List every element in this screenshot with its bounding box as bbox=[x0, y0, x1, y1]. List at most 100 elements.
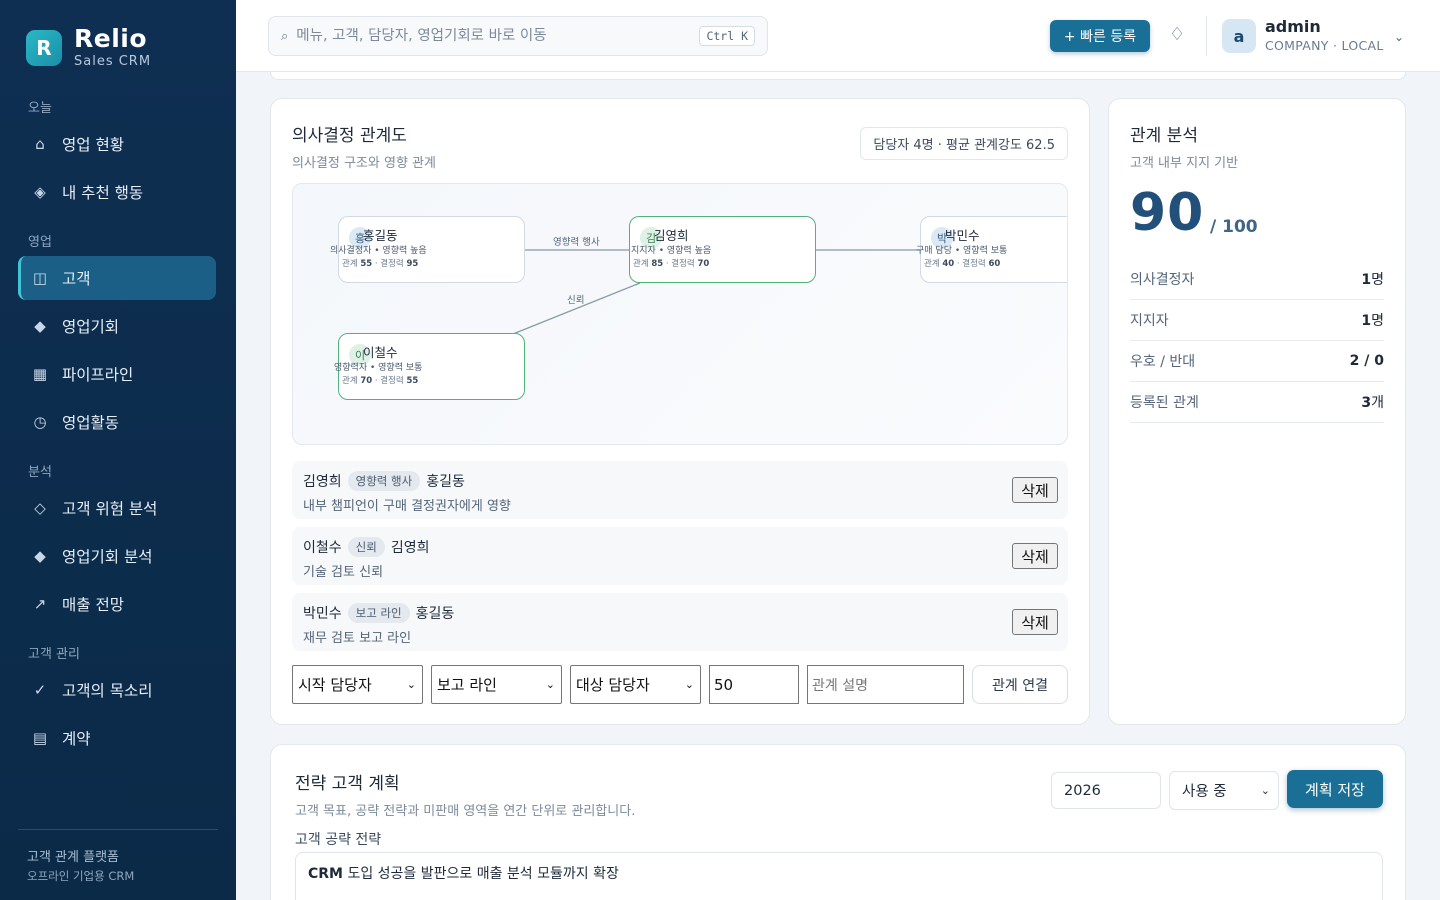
graph-node-kim[interactable]: 김 김영희 지지자 • 영향력 높음 관계 85 · 결정력 70 bbox=[629, 216, 816, 283]
connect-relation-button[interactable]: 관계 연결 bbox=[972, 665, 1068, 704]
relation-to: 홍길동 bbox=[426, 474, 465, 490]
nav-item-forecast[interactable]: ↗ 매출 전망 bbox=[18, 582, 216, 626]
relation-from: 이철수 bbox=[303, 540, 342, 556]
graph-node-lee[interactable]: 이 이철수 영향력자 • 영향력 보통 관계 70 · 결정력 55 bbox=[334, 333, 525, 400]
panel-icon: ◫ bbox=[32, 269, 48, 287]
delete-relation-button[interactable]: 삭제 bbox=[1012, 477, 1058, 503]
shortcut-hint: Ctrl K bbox=[699, 26, 755, 46]
plan-status-select[interactable]: 사용 중 ⌄ bbox=[1169, 771, 1279, 810]
graph-node-hong[interactable]: 홍 홍길동 의사결정자 • 영향력 높음 관계 55 · 결정력 95 bbox=[330, 216, 525, 283]
node-name: 김영희 bbox=[654, 228, 689, 243]
node-role: 영향력자 • 영향력 보통 bbox=[334, 363, 423, 373]
nav-item-contracts[interactable]: ▤ 계약 bbox=[18, 716, 216, 760]
nav-label: 고객 bbox=[62, 270, 91, 288]
relation-type-badge: 보고 라인 bbox=[347, 603, 410, 623]
relation-description-input[interactable]: 관계 설명 bbox=[807, 665, 964, 704]
nav-section-analysis: 분석 bbox=[28, 465, 52, 480]
panel-subtitle: 고객 목표, 공략 전략과 미판매 영역을 연간 단위로 관리합니다. bbox=[295, 804, 636, 819]
stat-supporters: 지지자 1명 bbox=[1130, 300, 1384, 341]
edge-trust bbox=[512, 282, 641, 335]
relation-row: 이철수 신뢰 김영희 기술 검토 신뢰 삭제 bbox=[292, 527, 1068, 585]
nav-item-activities[interactable]: ◷ 영업활동 bbox=[18, 400, 216, 444]
panel-subtitle: 고객 내부 지지 기반 bbox=[1130, 156, 1239, 171]
nav-item-pipeline[interactable]: ▦ 파이프라인 bbox=[18, 352, 216, 396]
save-plan-button[interactable]: 계획 저장 bbox=[1287, 770, 1383, 808]
panel-title: 의사결정 관계도 bbox=[292, 126, 407, 146]
decision-map-panel: 의사결정 관계도 의사결정 구조와 영향 관계 담당자 4명 · 평균 관계강도… bbox=[270, 98, 1090, 725]
user-name[interactable]: admin bbox=[1265, 17, 1321, 36]
nav-label: 매출 전망 bbox=[62, 596, 124, 614]
relation-row: 박민수 보고 라인 홍길동 재무 검토 보고 라인 삭제 bbox=[292, 593, 1068, 651]
document-icon: ▤ bbox=[32, 729, 48, 747]
nav-label: 영업기회 bbox=[62, 318, 120, 336]
relation-type-badge: 신뢰 bbox=[347, 537, 385, 557]
node-role: 의사결정자 • 영향력 높음 bbox=[330, 246, 427, 256]
nav-label: 영업기회 분석 bbox=[62, 548, 153, 566]
relation-description: 내부 챔피언이 구매 결정권자에게 영향 bbox=[303, 499, 511, 514]
relation-description: 재무 검토 보고 라인 bbox=[303, 631, 412, 646]
relation-type-select[interactable]: 보고 라인 ⌄ bbox=[431, 665, 562, 704]
brand-subtitle: Sales CRM bbox=[74, 54, 152, 69]
node-metrics: 관계 85 · 결정력 70 bbox=[633, 259, 710, 269]
previous-panel-edge bbox=[270, 72, 1406, 80]
check-icon: ✓ bbox=[33, 681, 47, 699]
nav-item-risk-analysis[interactable]: ◇ 고객 위험 분석 bbox=[18, 486, 216, 530]
nav-section-today: 오늘 bbox=[28, 101, 52, 116]
strength-input[interactable]: 50 bbox=[709, 665, 799, 704]
nav-label: 파이프라인 bbox=[62, 366, 134, 384]
nav-item-opportunities[interactable]: ◆ 영업기회 bbox=[18, 304, 216, 348]
node-name: 이철수 bbox=[363, 345, 398, 360]
nav-item-voice-of-customer[interactable]: ✓ 고객의 목소리 bbox=[18, 668, 216, 712]
nav-item-recommended-actions[interactable]: ◈ 내 추천 행동 bbox=[18, 170, 216, 214]
relation-to: 홍길동 bbox=[415, 606, 455, 622]
avatar[interactable]: a bbox=[1222, 19, 1256, 53]
quick-add-button[interactable]: + 빠른 등록 bbox=[1050, 20, 1150, 52]
top-bar: ⌕ Ctrl K + 빠른 등록 ♢ a admin COMPANY · LOC… bbox=[236, 0, 1440, 72]
to-contact-select[interactable]: 대상 담당자 ⌄ bbox=[570, 665, 701, 704]
strategic-plan-panel: 전략 고객 계획 고객 목표, 공략 전략과 미판매 영역을 연간 단위로 관리… bbox=[270, 744, 1406, 900]
strategy-textarea[interactable]: CRM 도입 성공을 발판으로 매출 분석 모듈까지 확장 bbox=[295, 852, 1383, 900]
relation-row: 김영희 영향력 행사 홍길동 내부 챔피언이 구매 결정권자에게 영향 삭제 bbox=[292, 461, 1068, 519]
stat-decision-makers: 의사결정자 1명 bbox=[1130, 259, 1384, 300]
delete-relation-button[interactable]: 삭제 bbox=[1012, 609, 1058, 635]
graph-node-park[interactable]: 박 박민수 구매 담당 • 영향력 보통 관계 40 · 결정력 60 bbox=[916, 216, 1067, 283]
from-contact-select[interactable]: 시작 담당자 ⌄ bbox=[292, 665, 423, 704]
plan-year-input[interactable]: 2026 bbox=[1051, 772, 1161, 809]
node-name: 홍길동 bbox=[363, 228, 398, 243]
node-role: 구매 담당 • 영향력 보통 bbox=[916, 246, 1008, 256]
search-icon: ⌕ bbox=[281, 28, 289, 44]
user-role: COMPANY · LOCAL bbox=[1265, 38, 1384, 53]
nav-item-opportunity-analysis[interactable]: ◆ 영업기회 분석 bbox=[18, 534, 216, 578]
node-role: 지지자 • 영향력 높음 bbox=[631, 246, 712, 256]
node-metrics: 관계 55 · 결정력 95 bbox=[342, 259, 419, 269]
stat-favor-oppose: 우호 / 반대 2 / 0 bbox=[1130, 341, 1384, 382]
nav-item-customers[interactable]: ◫ 고객 bbox=[18, 256, 216, 300]
nav-label: 계약 bbox=[62, 730, 91, 748]
summary-badge: 담당자 4명 · 평균 관계강도 62.5 bbox=[860, 127, 1068, 160]
footer-title: 고객 관계 플랫폼 bbox=[27, 850, 119, 865]
strategy-label: 고객 공략 전략 bbox=[295, 832, 382, 848]
relation-to: 김영희 bbox=[390, 540, 430, 556]
add-relation-form: 시작 담당자 ⌄ 보고 라인 ⌄ 대상 담당자 ⌄ 50 관계 설명 관계 연결 bbox=[292, 665, 1068, 705]
chevron-down-icon: ⌄ bbox=[684, 678, 694, 691]
nav-label: 영업활동 bbox=[62, 414, 120, 432]
edge-label-influence: 영향력 행사 bbox=[553, 237, 600, 248]
nav-item-sales-dashboard[interactable]: ⌂ 영업 현황 bbox=[18, 122, 216, 166]
chevron-down-icon[interactable]: ⌄ bbox=[1394, 30, 1404, 44]
support-score-max: / 100 bbox=[1210, 217, 1258, 237]
footer-subtitle: 오프라인 기업용 CRM bbox=[27, 869, 135, 883]
nav-label: 내 추천 행동 bbox=[62, 184, 144, 202]
search-box[interactable]: ⌕ Ctrl K bbox=[268, 16, 768, 56]
panel-title: 전략 고객 계획 bbox=[295, 774, 400, 794]
edge-label-trust: 신뢰 bbox=[567, 295, 585, 306]
relationship-graph[interactable]: 영향력 행사 신뢰 홍 홍길동 의사결정자 • 영향력 높음 관계 55 · 결… bbox=[292, 183, 1068, 445]
sidebar-footer: 고객 관계 플랫폼 오프라인 기업용 CRM bbox=[18, 829, 218, 884]
notification-icon[interactable]: ♢ bbox=[1169, 24, 1185, 45]
panel-subtitle: 의사결정 구조와 영향 관계 bbox=[292, 156, 436, 171]
delete-relation-button[interactable]: 삭제 bbox=[1012, 543, 1058, 569]
nav-section-sales: 영업 bbox=[28, 235, 52, 250]
support-score: 90 bbox=[1130, 183, 1205, 243]
brand-logo: R bbox=[26, 29, 62, 66]
search-input[interactable] bbox=[296, 28, 677, 44]
brand[interactable]: R Relio Sales CRM bbox=[26, 26, 151, 69]
